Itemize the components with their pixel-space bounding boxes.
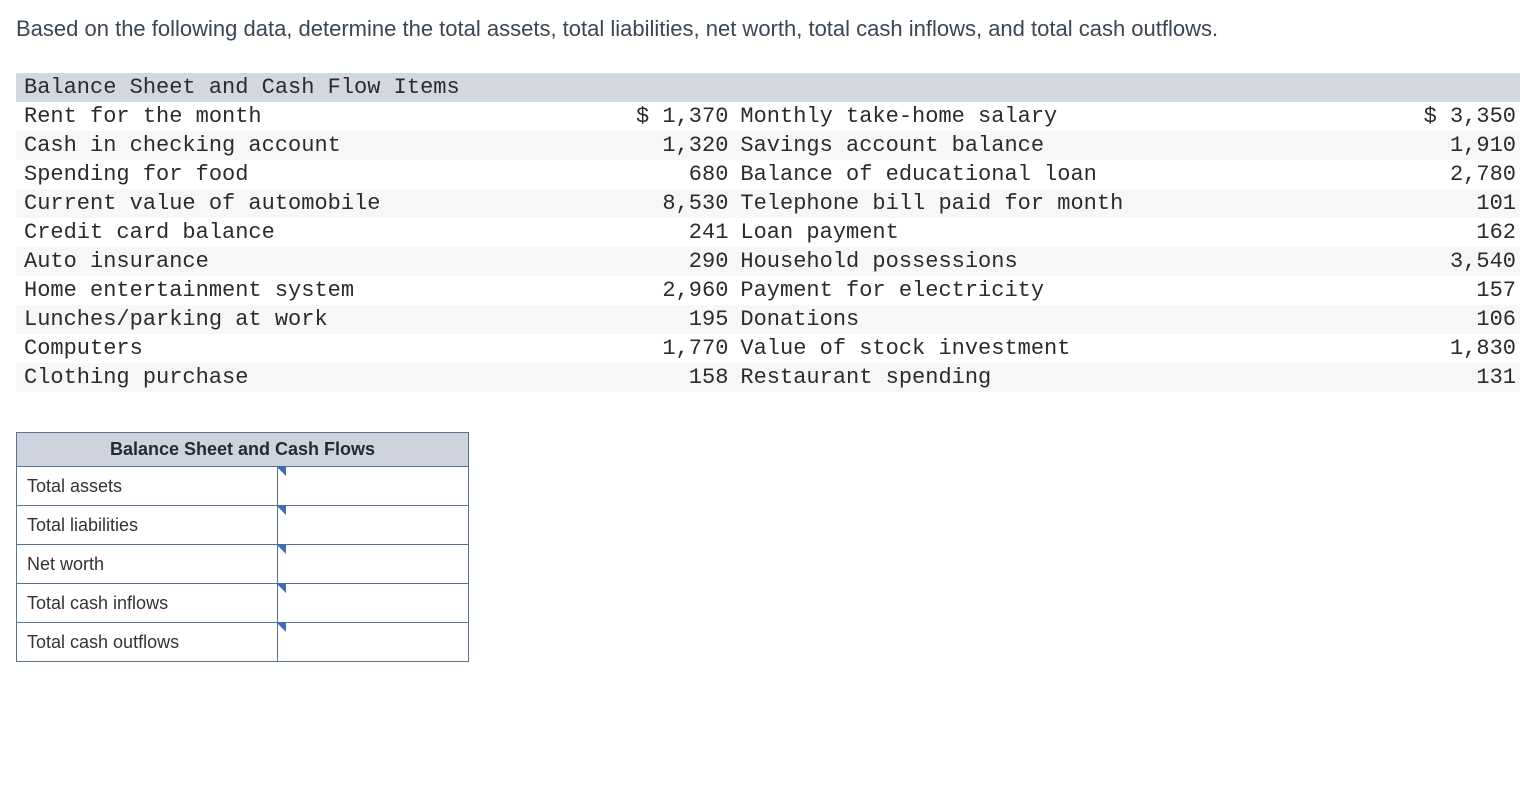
item-label: Cash in checking account	[16, 131, 481, 160]
editable-marker-icon	[276, 544, 286, 554]
total-cash-outflows-input[interactable]	[278, 623, 468, 661]
answer-label: Total assets	[17, 467, 278, 506]
question-text: Based on the following data, determine t…	[16, 12, 1520, 45]
answer-row-total-cash-inflows: Total cash inflows	[17, 584, 469, 623]
item-value: 157	[1292, 276, 1520, 305]
item-label: Lunches/parking at work	[16, 305, 481, 334]
item-label: Value of stock investment	[732, 334, 1292, 363]
item-value: $ 1,370	[481, 102, 732, 131]
data-row: Computers 1,770 Value of stock investmen…	[16, 334, 1520, 363]
item-value: 162	[1292, 218, 1520, 247]
balance-sheet-data-table: Balance Sheet and Cash Flow Items Rent f…	[16, 73, 1520, 392]
data-row: Clothing purchase 158 Restaurant spendin…	[16, 363, 1520, 392]
answer-label: Total cash inflows	[17, 584, 278, 623]
answer-table: Balance Sheet and Cash Flows Total asset…	[16, 432, 469, 662]
total-cash-inflows-input[interactable]	[278, 584, 468, 622]
item-label: Credit card balance	[16, 218, 481, 247]
item-value: 1,830	[1292, 334, 1520, 363]
total-assets-input[interactable]	[278, 467, 468, 505]
answer-cell[interactable]	[278, 584, 469, 623]
item-label: Payment for electricity	[732, 276, 1292, 305]
item-value: 101	[1292, 189, 1520, 218]
editable-marker-icon	[276, 622, 286, 632]
data-row: Rent for the month $ 1,370 Monthly take-…	[16, 102, 1520, 131]
data-table-title: Balance Sheet and Cash Flow Items	[16, 73, 1520, 102]
item-label: Spending for food	[16, 160, 481, 189]
data-row: Current value of automobile 8,530 Teleph…	[16, 189, 1520, 218]
item-value: 131	[1292, 363, 1520, 392]
data-row: Cash in checking account 1,320 Savings a…	[16, 131, 1520, 160]
item-value: 1,770	[481, 334, 732, 363]
item-label: Loan payment	[732, 218, 1292, 247]
item-label: Telephone bill paid for month	[732, 189, 1292, 218]
answer-table-header: Balance Sheet and Cash Flows	[17, 433, 469, 467]
item-label: Household possessions	[732, 247, 1292, 276]
editable-marker-icon	[276, 466, 286, 476]
data-table-header: Balance Sheet and Cash Flow Items	[16, 73, 1520, 102]
item-value: $ 3,350	[1292, 102, 1520, 131]
item-label: Current value of automobile	[16, 189, 481, 218]
item-value: 3,540	[1292, 247, 1520, 276]
editable-marker-icon	[276, 583, 286, 593]
item-value: 241	[481, 218, 732, 247]
item-label: Restaurant spending	[732, 363, 1292, 392]
answer-row-total-assets: Total assets	[17, 467, 469, 506]
item-label: Computers	[16, 334, 481, 363]
item-label: Home entertainment system	[16, 276, 481, 305]
item-label: Balance of educational loan	[732, 160, 1292, 189]
item-value: 8,530	[481, 189, 732, 218]
item-label: Monthly take-home salary	[732, 102, 1292, 131]
item-value: 1,320	[481, 131, 732, 160]
data-row: Home entertainment system 2,960 Payment …	[16, 276, 1520, 305]
item-label: Savings account balance	[732, 131, 1292, 160]
item-label: Clothing purchase	[16, 363, 481, 392]
item-value: 2,780	[1292, 160, 1520, 189]
data-row: Auto insurance 290 Household possessions…	[16, 247, 1520, 276]
answer-cell[interactable]	[278, 467, 469, 506]
item-value: 290	[481, 247, 732, 276]
answer-row-total-cash-outflows: Total cash outflows	[17, 623, 469, 662]
answer-label: Total liabilities	[17, 506, 278, 545]
net-worth-input[interactable]	[278, 545, 468, 583]
total-liabilities-input[interactable]	[278, 506, 468, 544]
item-label: Auto insurance	[16, 247, 481, 276]
data-row: Lunches/parking at work 195 Donations 10…	[16, 305, 1520, 334]
item-value: 2,960	[481, 276, 732, 305]
answer-label: Net worth	[17, 545, 278, 584]
answer-cell[interactable]	[278, 623, 469, 662]
item-label: Donations	[732, 305, 1292, 334]
item-value: 158	[481, 363, 732, 392]
answer-cell[interactable]	[278, 506, 469, 545]
answer-row-total-liabilities: Total liabilities	[17, 506, 469, 545]
answer-cell[interactable]	[278, 545, 469, 584]
editable-marker-icon	[276, 505, 286, 515]
answer-row-net-worth: Net worth	[17, 545, 469, 584]
item-value: 680	[481, 160, 732, 189]
item-value: 1,910	[1292, 131, 1520, 160]
data-row: Spending for food 680 Balance of educati…	[16, 160, 1520, 189]
item-value: 106	[1292, 305, 1520, 334]
answer-label: Total cash outflows	[17, 623, 278, 662]
data-row: Credit card balance 241 Loan payment 162	[16, 218, 1520, 247]
item-value: 195	[481, 305, 732, 334]
item-label: Rent for the month	[16, 102, 481, 131]
